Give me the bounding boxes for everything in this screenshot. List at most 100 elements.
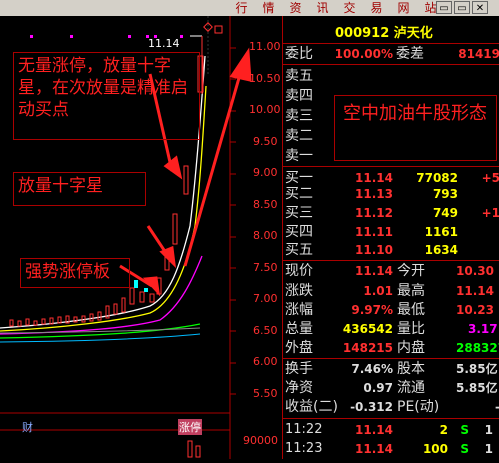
main-menu: 行 情 资 讯 交 易 网 站 [228, 0, 444, 16]
axis-label-11-00: 11.00 [249, 40, 281, 53]
top-menu-bar: 行 情 资 讯 交 易 网 站 ▭ ▭ ✕ [0, 0, 499, 16]
buy-row: 买二 11.13 793 [283, 184, 499, 204]
axis-label-5-50: 5.50 [253, 387, 278, 400]
menu-item-xun[interactable]: 讯 [309, 0, 336, 16]
stat-value: 11.14 [355, 264, 393, 278]
stat-value: 436542 [342, 322, 393, 336]
buy-volume: 1634 [424, 243, 458, 257]
tick-time: 11:23 [285, 441, 323, 456]
buy-label: 买五 [285, 242, 313, 258]
restore-button[interactable]: ▭ [436, 1, 452, 14]
sell-row: 卖五 [283, 66, 499, 86]
tick-direction: S [460, 423, 469, 437]
stat-value: 3.17 [468, 322, 498, 336]
stock-title: 000912 泸天化 [335, 26, 433, 41]
stat-row: 总量 436542 量比 3.17 [283, 319, 499, 339]
buy-label: 买四 [285, 224, 313, 240]
stat-label: 最低 [397, 302, 425, 318]
stat-label: 今开 [397, 263, 425, 279]
stat-label: 涨跌 [285, 283, 313, 299]
stat-label: 量比 [397, 321, 425, 337]
axis-label-10-50: 10.50 [249, 72, 281, 85]
tick-volume: 100 [422, 442, 448, 456]
stat-label: 换手 [285, 361, 313, 377]
stat-value: 5.85亿 [456, 381, 498, 395]
axis-label-7-50: 7.50 [253, 261, 278, 274]
buy-price: 11.10 [355, 243, 393, 257]
stat-row: 净资 0.97 流通 5.85亿 [283, 378, 499, 398]
tick-price: 11.14 [355, 423, 393, 437]
menu-item-zi[interactable]: 资 [282, 0, 309, 16]
high-price-label: 11.14 [148, 37, 180, 50]
stat-value: 7.46% [351, 362, 393, 376]
annotation-buy-point: 无量涨停，放量十字星，在次放量是精准启动买点 [13, 52, 200, 140]
axis-label-10-00: 10.00 [249, 103, 281, 116]
menu-item-hang[interactable]: 行 [228, 0, 255, 16]
buy-row: 买五 11.10 1634 [283, 240, 499, 260]
sell-label: 卖一 [285, 148, 313, 164]
stat-value: 9.97% [351, 303, 393, 317]
sell-label: 卖二 [285, 128, 313, 144]
sell-label: 卖五 [285, 68, 313, 84]
tick-volume: 2 [439, 423, 448, 437]
stat-value: 11.14 [456, 284, 494, 298]
tick-count: 1 [484, 423, 493, 437]
tick-row: 11:22 11.14 2 S 1 [283, 420, 499, 440]
buy-change: +1 [481, 206, 499, 220]
annotation-cross-star: 放量十字星 [13, 172, 146, 206]
kline-chart[interactable]: 11.00 10.50 10.00 9.50 9.00 8.50 8.00 7.… [0, 16, 282, 459]
stat-value: 148215 [342, 341, 393, 355]
buy-row: 买三 11.12 749 +1 [283, 203, 499, 223]
tick-time: 11:22 [285, 422, 323, 437]
menu-item-yi[interactable]: 易 [363, 0, 390, 16]
close-button[interactable]: ✕ [472, 1, 488, 14]
maximize-button[interactable]: ▭ [454, 1, 470, 14]
stat-label: 总量 [285, 321, 313, 337]
stat-value: - [458, 397, 499, 417]
stat-value: -0.312 [350, 400, 393, 414]
buy-price: 11.13 [355, 187, 393, 201]
axis-label-8-00: 8.00 [253, 229, 278, 242]
stat-value: 10.30 [456, 264, 494, 278]
stat-value: 5.85亿 [456, 362, 498, 376]
menu-item-wang[interactable]: 网 [390, 0, 417, 16]
weicha-label: 委差 [396, 46, 424, 62]
buy-label: 买二 [285, 186, 313, 202]
stat-label: 流通 [397, 380, 425, 396]
stat-label: 外盘 [285, 340, 313, 356]
axis-label-6-50: 6.50 [253, 324, 278, 337]
buy-price: 11.12 [355, 206, 393, 220]
buy-row: 买四 11.11 1161 [283, 222, 499, 242]
sell-label: 卖三 [285, 108, 313, 124]
divider [283, 166, 499, 167]
divider [283, 64, 499, 65]
stat-label: 净资 [285, 380, 313, 396]
weibi-row: 委比 100.00% 委差 81419 [283, 44, 499, 64]
stat-value: 1.01 [363, 284, 393, 298]
stat-value: 0.97 [363, 381, 393, 395]
menu-item-qing[interactable]: 情 [255, 0, 282, 16]
stat-label: 涨幅 [285, 302, 313, 318]
stat-row: 现价 11.14 今开 10.30 [283, 261, 499, 281]
annotation-limit-up: 强势涨停板 [20, 258, 130, 288]
limit-up-marker: 涨停 [178, 419, 202, 435]
finance-marker: 财 [22, 421, 33, 434]
stat-value: 288327 [456, 341, 499, 355]
window-controls: ▭ ▭ ✕ [436, 1, 488, 14]
stat-row: 换手 7.46% 股本 5.85亿 [283, 359, 499, 379]
buy-volume: 793 [432, 187, 458, 201]
axis-label-9-50: 9.50 [253, 135, 278, 148]
axis-label-8-50: 8.50 [253, 198, 278, 211]
buy-price: 11.11 [355, 225, 393, 239]
stat-label: 股本 [397, 361, 425, 377]
volume-axis-label: 90000 [243, 434, 278, 447]
weicha-value: 81419 [458, 47, 499, 61]
menu-item-jiao[interactable]: 交 [336, 0, 363, 16]
weibi-value: 100.00% [334, 47, 393, 61]
tick-direction: S [460, 442, 469, 456]
buy-volume: 749 [432, 206, 458, 220]
stat-label: PE(动) [397, 399, 440, 415]
tick-price: 11.14 [355, 442, 393, 456]
stat-row: 涨跌 1.01 最高 11.14 [283, 281, 499, 301]
divider [283, 418, 499, 419]
